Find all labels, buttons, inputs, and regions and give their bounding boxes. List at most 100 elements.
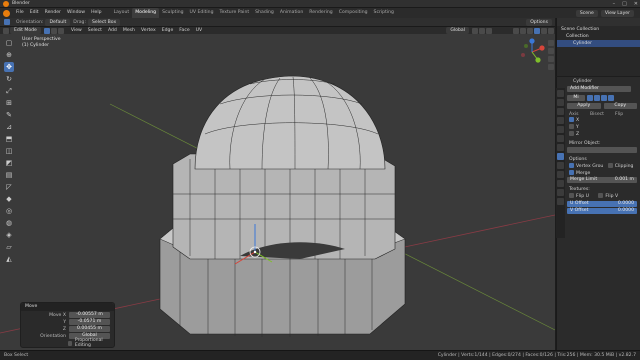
rip-tool-icon[interactable]: ◭ xyxy=(4,254,14,264)
face-select-icon[interactable] xyxy=(57,27,64,34)
menu-help[interactable]: Help xyxy=(88,8,104,18)
tab-animation[interactable]: Animation xyxy=(277,8,306,18)
outliner-collection[interactable]: Collection xyxy=(557,33,640,40)
options-dropdown[interactable]: Options xyxy=(526,18,552,26)
constraints-tab-icon[interactable] xyxy=(557,180,564,187)
pivot-icon[interactable] xyxy=(472,27,478,34)
inset-tool-icon[interactable]: ◫ xyxy=(4,146,14,156)
loopcut-tool-icon[interactable]: ▤ xyxy=(4,170,14,180)
minimize-button[interactable]: – xyxy=(613,1,616,7)
transform-tool-icon[interactable]: ⊞ xyxy=(4,98,14,108)
spin-tool-icon[interactable]: ◎ xyxy=(4,206,14,216)
blender-menu-icon[interactable] xyxy=(3,9,10,17)
move-y-input[interactable]: -0.0571 m xyxy=(69,319,110,325)
tab-compositing[interactable]: Compositing xyxy=(336,8,371,18)
snap-icon[interactable] xyxy=(479,27,485,34)
flip-v-checkbox[interactable] xyxy=(598,193,604,198)
axis-x-checkbox[interactable] xyxy=(569,117,574,122)
tab-texture-paint[interactable]: Texture Paint xyxy=(217,8,253,18)
viewport-toggle-icon[interactable] xyxy=(601,94,607,101)
close-button[interactable]: ✕ xyxy=(634,1,638,7)
view-layer-selector[interactable]: View Layer xyxy=(600,9,634,17)
move-tool-icon[interactable]: ✥ xyxy=(4,62,14,72)
drag-dropdown[interactable]: Select Box xyxy=(88,18,121,26)
axis-z-checkbox[interactable] xyxy=(569,131,574,136)
data-tab-icon[interactable] xyxy=(557,189,564,196)
vertex-groups-checkbox[interactable] xyxy=(569,163,574,168)
menu-add[interactable]: Add xyxy=(105,27,120,34)
edge-select-icon[interactable] xyxy=(50,27,57,34)
tab-rendering[interactable]: Rendering xyxy=(306,8,335,18)
menu-mesh[interactable]: Mesh xyxy=(120,27,138,34)
render-toggle-icon[interactable] xyxy=(608,94,614,101)
select-box-icon[interactable] xyxy=(4,19,10,25)
flip-u-checkbox[interactable] xyxy=(569,193,574,198)
axis-y-checkbox[interactable] xyxy=(569,124,574,129)
annotate-tool-icon[interactable]: ✎ xyxy=(4,110,14,120)
copy-button[interactable]: Copy xyxy=(603,103,637,109)
outliner-cylinder[interactable]: Cylinder xyxy=(557,40,640,47)
bevel-tool-icon[interactable]: ◩ xyxy=(4,158,14,168)
merge-checkbox[interactable] xyxy=(569,170,574,175)
mode-dropdown[interactable]: Edit Mode xyxy=(10,27,41,34)
move-z-input[interactable]: 0.00455 m xyxy=(69,326,110,332)
tool-tab-icon[interactable] xyxy=(557,90,564,97)
tab-scripting[interactable]: Scripting xyxy=(371,8,397,18)
menu-uv[interactable]: UV xyxy=(193,27,206,34)
tab-modeling[interactable]: Modeling xyxy=(132,8,160,18)
modifier-name-field[interactable]: Mi xyxy=(567,94,585,101)
camera-view-icon[interactable] xyxy=(548,56,554,62)
physics-tab-icon[interactable] xyxy=(557,171,564,178)
vertex-select-icon[interactable] xyxy=(43,27,50,34)
render-tab-icon[interactable] xyxy=(557,99,564,106)
editmode-toggle-icon[interactable] xyxy=(587,94,593,101)
menu-select[interactable]: Select xyxy=(85,27,105,34)
overlay-icon[interactable] xyxy=(513,27,519,34)
outliner-scene-collection[interactable]: Scene Collection xyxy=(557,26,640,33)
rotate-tool-icon[interactable]: ↻ xyxy=(4,74,14,84)
particles-tab-icon[interactable] xyxy=(557,162,564,169)
scale-tool-icon[interactable]: ⤢ xyxy=(4,86,14,96)
modifier-tab-icon[interactable] xyxy=(557,153,564,160)
apply-button[interactable]: Apply xyxy=(567,103,601,109)
add-modifier-dropdown[interactable]: Add Modifier xyxy=(567,86,631,92)
menu-edit[interactable]: Edit xyxy=(27,8,42,18)
tab-shading[interactable]: Shading xyxy=(252,8,277,18)
scene-tab-icon[interactable] xyxy=(557,126,564,133)
menu-window[interactable]: Window xyxy=(64,8,88,18)
proportional-editing-checkbox[interactable]: Proportional Editing xyxy=(68,338,110,348)
shrink-tool-icon[interactable]: ◈ xyxy=(4,230,14,240)
outliner[interactable]: Scene Collection Collection Cylinder xyxy=(556,18,640,76)
cursor-tool-icon[interactable]: ⊕ xyxy=(4,50,14,60)
polybuild-tool-icon[interactable]: ◆ xyxy=(4,194,14,204)
output-tab-icon[interactable] xyxy=(557,108,564,115)
object-tab-icon[interactable] xyxy=(557,144,564,151)
maximize-button[interactable]: □ xyxy=(622,1,627,7)
scene-selector[interactable]: Scene xyxy=(575,9,598,17)
editor-type-icon[interactable] xyxy=(3,27,9,34)
menu-file[interactable]: File xyxy=(13,8,27,18)
proportional-editing-box[interactable] xyxy=(68,340,72,346)
clipping-checkbox[interactable] xyxy=(607,163,613,168)
xray-icon[interactable] xyxy=(520,27,526,34)
view-layer-tab-icon[interactable] xyxy=(557,117,564,124)
menu-render[interactable]: Render xyxy=(42,8,64,18)
merge-limit-field[interactable]: Merge Limit 0.001 m xyxy=(567,177,637,183)
menu-face[interactable]: Face xyxy=(176,27,192,34)
menu-vertex[interactable]: Vertex xyxy=(138,27,159,34)
redo-panel[interactable]: Move Move X -0.00557 m Y -0.0571 m Z 0.0… xyxy=(20,302,115,348)
smooth-tool-icon[interactable]: ◍ xyxy=(4,218,14,228)
tab-uv-editing[interactable]: UV Editing xyxy=(187,8,217,18)
select-tool-icon[interactable]: ▢ xyxy=(4,38,14,48)
extrude-tool-icon[interactable]: ⬒ xyxy=(4,134,14,144)
shading-material-icon[interactable] xyxy=(541,27,547,34)
tab-sculpting[interactable]: Sculpting xyxy=(159,8,186,18)
v-offset-field[interactable]: V Offset 0.0000 xyxy=(567,208,637,214)
shading-rendered-icon[interactable] xyxy=(548,27,554,34)
mirror-object-field[interactable] xyxy=(567,147,637,153)
redo-panel-title[interactable]: Move xyxy=(21,303,114,311)
pan-icon[interactable] xyxy=(548,48,554,54)
tab-layout[interactable]: Layout xyxy=(111,8,133,18)
u-offset-field[interactable]: U Offset 0.0000 xyxy=(567,201,637,207)
world-tab-icon[interactable] xyxy=(557,135,564,142)
